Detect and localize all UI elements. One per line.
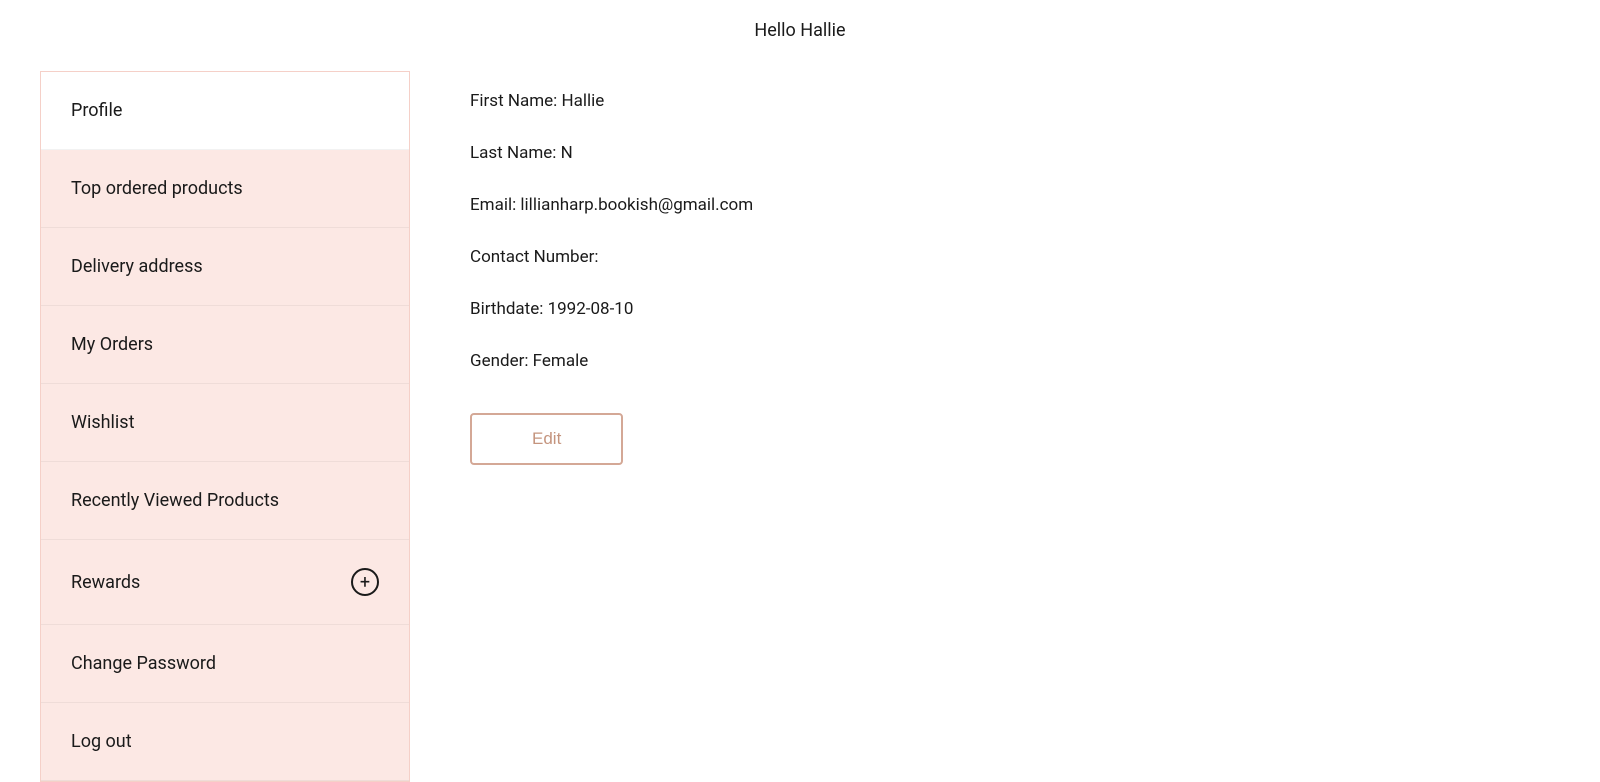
sidebar-item-profile[interactable]: Profile	[41, 72, 409, 150]
sidebar-label-logout: Log out	[71, 731, 132, 752]
sidebar-label-delivery-address: Delivery address	[71, 256, 203, 277]
sidebar-label-wishlist: Wishlist	[71, 412, 134, 433]
sidebar-item-top-ordered[interactable]: Top ordered products	[41, 150, 409, 228]
birthdate-value: Birthdate: 1992-08-10	[470, 299, 633, 319]
sidebar-label-profile: Profile	[71, 100, 122, 121]
edit-button[interactable]: Edit	[470, 413, 623, 465]
sidebar-item-my-orders[interactable]: My Orders	[41, 306, 409, 384]
first-name-field: First Name: Hallie	[470, 91, 1500, 111]
sidebar-label-my-orders: My Orders	[71, 334, 153, 355]
birthdate-field: Birthdate: 1992-08-10	[470, 299, 1500, 319]
sidebar: Profile Top ordered products Delivery ad…	[40, 71, 410, 782]
sidebar-label-change-password: Change Password	[71, 653, 216, 674]
last-name-value: Last Name: N	[470, 143, 573, 163]
plus-circle-icon: +	[351, 568, 379, 596]
main-container: Profile Top ordered products Delivery ad…	[40, 71, 1560, 782]
email-value: Email: lillianharp.bookish@gmail.com	[470, 195, 753, 215]
sidebar-label-rewards: Rewards	[71, 572, 140, 593]
profile-content: First Name: Hallie Last Name: N Email: l…	[410, 71, 1560, 782]
sidebar-label-top-ordered: Top ordered products	[71, 178, 243, 199]
greeting-text: Hello Hallie	[754, 20, 845, 41]
sidebar-item-wishlist[interactable]: Wishlist	[41, 384, 409, 462]
sidebar-item-change-password[interactable]: Change Password	[41, 625, 409, 703]
email-field: Email: lillianharp.bookish@gmail.com	[470, 195, 1500, 215]
contact-field: Contact Number:	[470, 247, 1500, 267]
sidebar-item-logout[interactable]: Log out	[41, 703, 409, 781]
sidebar-item-rewards[interactable]: Rewards +	[41, 540, 409, 625]
gender-field: Gender: Female	[470, 351, 1500, 371]
contact-value: Contact Number:	[470, 247, 598, 267]
gender-value: Gender: Female	[470, 351, 588, 371]
sidebar-item-delivery-address[interactable]: Delivery address	[41, 228, 409, 306]
first-name-value: First Name: Hallie	[470, 91, 604, 111]
sidebar-item-recently-viewed[interactable]: Recently Viewed Products	[41, 462, 409, 540]
sidebar-label-recently-viewed: Recently Viewed Products	[71, 490, 279, 511]
last-name-field: Last Name: N	[470, 143, 1500, 163]
